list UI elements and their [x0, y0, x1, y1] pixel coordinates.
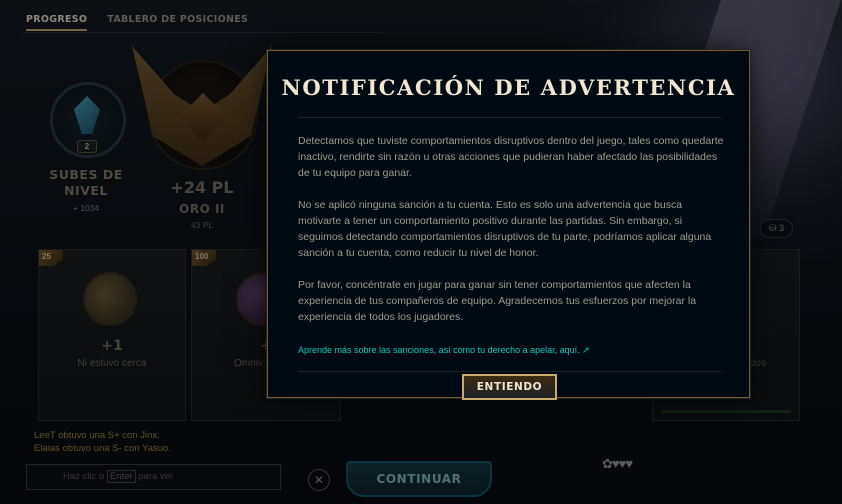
modal-paragraph: Por favor, concéntrate en jugar para gan… [298, 279, 697, 323]
modal-paragraph: Detectamos que tuviste comportamientos d… [298, 135, 724, 179]
warning-modal: NOTIFICACIÓN DE ADVERTENCIA Detectamos q… [267, 50, 750, 400]
modal-paragraph: No se aplicó ninguna sanción a tu cuenta… [298, 199, 712, 259]
modal-title: NOTIFICACIÓN DE ADVERTENCIA [281, 75, 736, 100]
sanctions-link[interactable]: Aprende más sobre las sanciones, así com… [298, 345, 590, 356]
modal-bottom-divider [298, 371, 721, 372]
modal-body: Detectamos que tuviste comportamientos d… [298, 133, 728, 341]
modal-divider [298, 117, 721, 118]
entiendo-button[interactable]: ENTIENDO [462, 374, 557, 400]
